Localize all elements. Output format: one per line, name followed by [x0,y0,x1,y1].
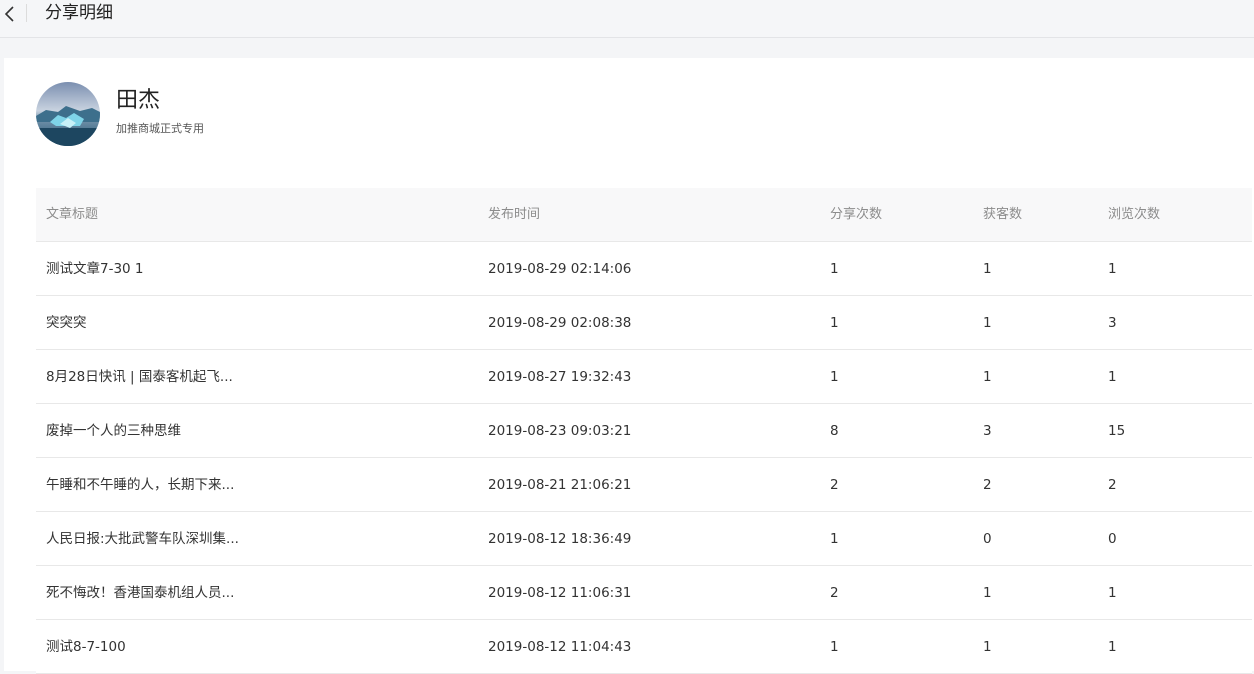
publish-time: 2019-08-27 19:32:43 [488,369,632,385]
detail-card: 田杰 加推商城正式专用 文章标题 发布时间 分享次数 获客数 浏览次数 测试文章… [4,58,1254,674]
table-row[interactable]: 8月28日快讯 | 国泰客机起飞... 2019-08-27 19:32:43 … [36,350,1252,404]
table-row[interactable]: 死不悔改！香港国泰机组人员... 2019-08-12 11:06:31 2 1… [36,566,1252,620]
article-title: 测试8-7-100 [46,639,126,655]
share-count: 1 [830,531,839,547]
view-count: 1 [1108,639,1117,655]
publish-time: 2019-08-29 02:14:06 [488,261,632,277]
customer-count: 1 [983,261,992,277]
column-header-title: 文章标题 [46,207,99,222]
share-count: 2 [830,585,839,601]
table-row[interactable]: 人民日报:大批武警车队深圳集... 2019-08-12 18:36:49 1 … [36,512,1252,566]
customer-count: 2 [983,477,992,493]
top-bar: 分享明细 [0,0,1254,38]
publish-time: 2019-08-12 11:04:43 [488,639,632,655]
chevron-left-icon [4,6,14,22]
table-row[interactable]: 测试8-7-100 2019-08-12 11:04:43 1 1 1 [36,620,1252,674]
share-count: 1 [830,315,839,331]
column-header-customers: 获客数 [983,207,1023,222]
column-header-views: 浏览次数 [1108,207,1161,222]
customer-count: 1 [983,315,992,331]
view-count: 0 [1108,531,1117,547]
article-title: 死不悔改！香港国泰机组人员... [46,585,235,601]
table-row[interactable]: 测试文章7-30 1 2019-08-29 02:14:06 1 1 1 [36,242,1252,296]
article-title: 人民日报:大批武警车队深圳集... [46,531,239,547]
column-header-shares: 分享次数 [830,207,883,222]
customer-count: 1 [983,369,992,385]
article-title: 8月28日快讯 | 国泰客机起飞... [46,369,233,385]
article-title: 突突突 [46,315,87,331]
publish-time: 2019-08-23 09:03:21 [488,423,632,439]
view-count: 1 [1108,369,1117,385]
share-count: 1 [830,261,839,277]
share-count: 1 [830,369,839,385]
share-count: 2 [830,477,839,493]
table-row[interactable]: 废掉一个人的三种思维 2019-08-23 09:03:21 8 3 15 [36,404,1252,458]
view-count: 2 [1108,477,1117,493]
divider [26,4,27,22]
view-count: 15 [1108,423,1126,439]
share-count: 8 [830,423,839,439]
column-header-time: 发布时间 [488,207,541,222]
publish-time: 2019-08-12 11:06:31 [488,585,632,601]
table-row[interactable]: 午睡和不午睡的人，长期下来... 2019-08-21 21:06:21 2 2… [36,458,1252,512]
share-detail-table: 文章标题 发布时间 分享次数 获客数 浏览次数 测试文章7-30 1 2019-… [36,188,1252,674]
back-button[interactable] [0,0,26,28]
article-title: 午睡和不午睡的人，长期下来... [46,477,235,493]
avatar [36,82,100,146]
customer-count: 0 [983,531,992,547]
publish-time: 2019-08-21 21:06:21 [488,477,632,493]
view-count: 3 [1108,315,1117,331]
publish-time: 2019-08-12 18:36:49 [488,531,632,547]
customer-count: 3 [983,423,992,439]
article-title: 废掉一个人的三种思维 [46,423,181,439]
publish-time: 2019-08-29 02:08:38 [488,315,632,331]
table-header: 文章标题 发布时间 分享次数 获客数 浏览次数 [36,188,1252,242]
view-count: 1 [1108,585,1117,601]
share-count: 1 [830,639,839,655]
customer-count: 1 [983,585,992,601]
page-title: 分享明细 [45,3,113,23]
article-title: 测试文章7-30 1 [46,261,144,277]
table-row[interactable]: 突突突 2019-08-29 02:08:38 1 1 3 [36,296,1252,350]
user-name: 田杰 [116,88,161,113]
view-count: 1 [1108,261,1117,277]
user-subtitle: 加推商城正式专用 [116,122,204,135]
customer-count: 1 [983,639,992,655]
